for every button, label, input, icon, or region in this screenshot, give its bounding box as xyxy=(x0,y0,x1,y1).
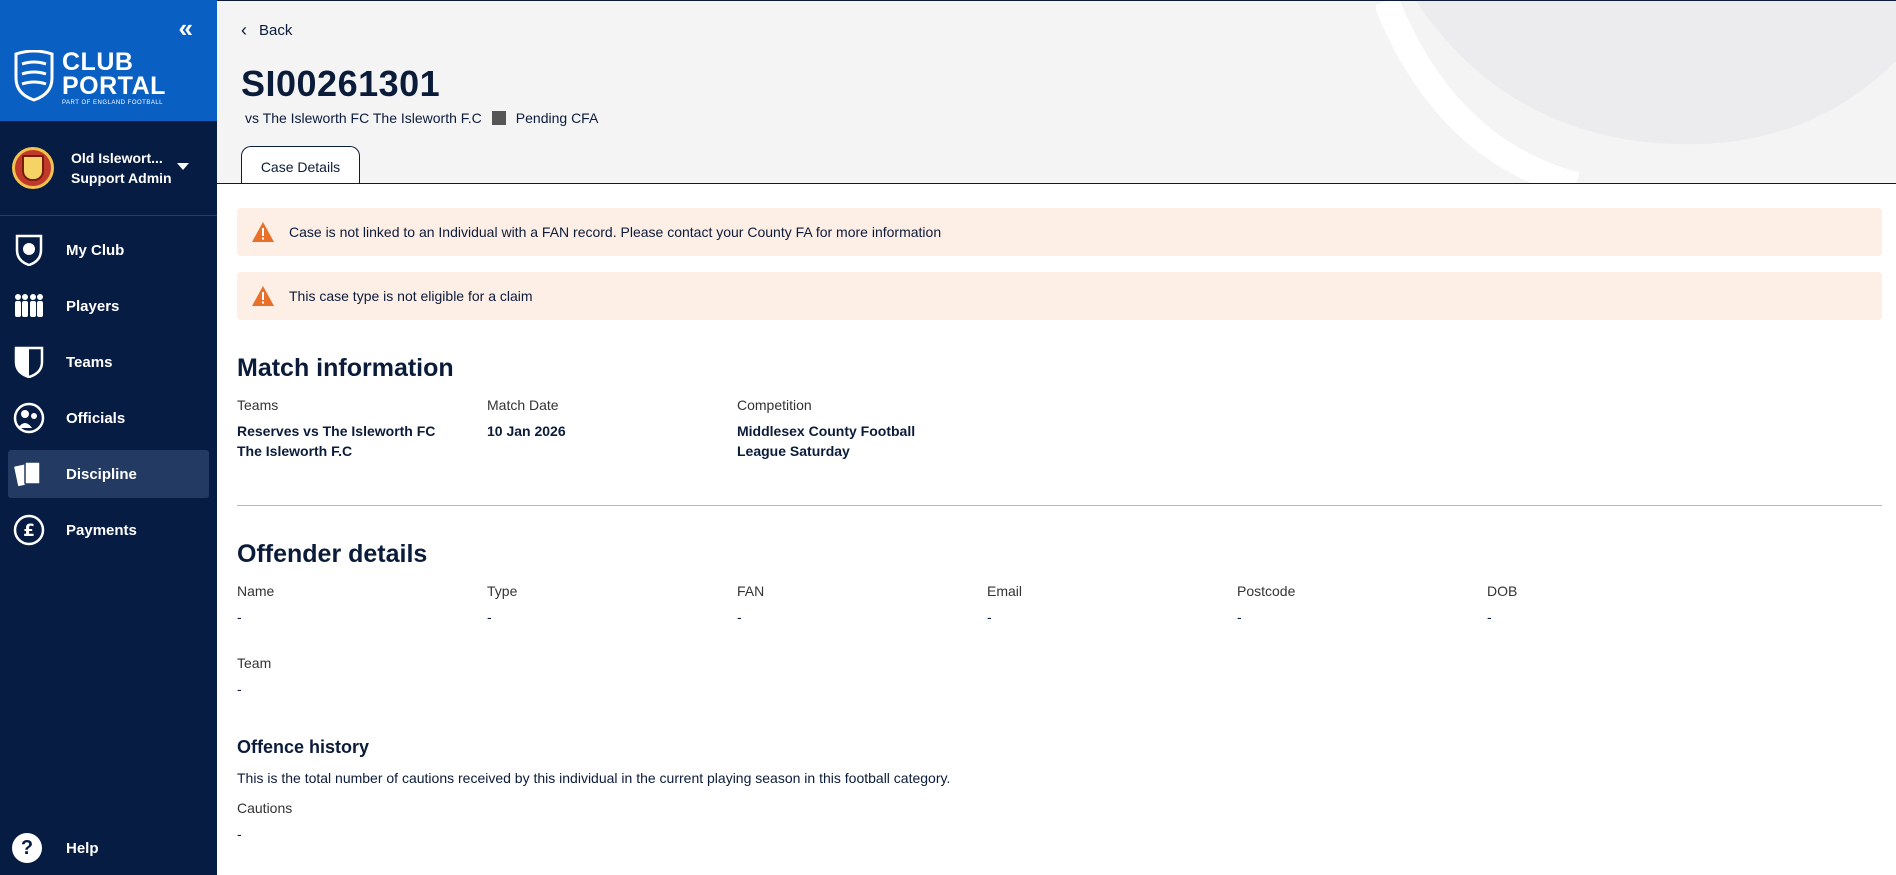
page-title: SI00261301 xyxy=(241,63,441,104)
field-value: - xyxy=(1237,609,1242,625)
account-role: Support Admin xyxy=(71,170,172,186)
alert-text: This case type is not eligible for a cla… xyxy=(289,288,533,304)
tab-case-details[interactable]: Case Details xyxy=(241,146,360,183)
field-value: - xyxy=(237,826,242,842)
offence-history-heading: Offence history xyxy=(237,737,370,757)
field-value: - xyxy=(487,609,492,625)
sidebar-item-payments[interactable]: £ Payments xyxy=(8,506,209,554)
sidebar-item-teams[interactable]: Teams xyxy=(8,338,209,386)
field-match-date: Match Date 10 Jan 2026 xyxy=(487,397,737,461)
field-value: Reserves vs The Isleworth FC The Islewor… xyxy=(237,423,436,459)
sidebar-item-players[interactable]: Players xyxy=(8,282,209,330)
field-label: Postcode xyxy=(1237,583,1296,599)
logo-tagline: PART OF ENGLAND FOOTBALL xyxy=(62,100,164,106)
fixture-text: vs The Isleworth FC The Isleworth F.C xyxy=(245,110,482,126)
chevron-down-icon[interactable] xyxy=(177,163,189,170)
status-badge: Pending CFA xyxy=(515,110,599,126)
help-label: Help xyxy=(66,839,99,857)
field-team: Team - xyxy=(237,655,487,699)
account-club-name: Old Islewort... xyxy=(71,150,163,166)
back-button[interactable]: ‹ Back xyxy=(241,20,292,41)
field-label: FAN xyxy=(737,583,765,599)
pound-icon: £ xyxy=(12,513,46,547)
help-icon: ? xyxy=(12,833,42,863)
field-teams: Teams Reserves vs The Isleworth FC The I… xyxy=(237,397,487,461)
warning-icon xyxy=(252,222,274,242)
field-dob: DOB - xyxy=(1487,583,1737,627)
field-cautions: Cautions - xyxy=(237,800,487,844)
svg-text:£: £ xyxy=(23,521,35,541)
cards-icon xyxy=(12,457,46,491)
warning-icon xyxy=(252,286,274,306)
collapse-sidebar-icon[interactable]: « xyxy=(179,15,193,41)
chevron-left-icon: ‹ xyxy=(241,20,247,40)
club-portal-logo[interactable]: CLUB PORTAL PART OF ENGLAND FOOTBALL xyxy=(12,50,166,106)
field-label: Email xyxy=(987,583,1023,599)
field-email: Email - xyxy=(987,583,1237,627)
field-postcode: Postcode - xyxy=(1237,583,1487,627)
field-label: Name xyxy=(237,583,275,599)
field-value: 10 Jan 2026 xyxy=(487,423,566,439)
alert-banner: This case type is not eligible for a cla… xyxy=(237,272,1882,320)
alert-text: Case is not linked to an Individual with… xyxy=(289,224,942,240)
sidebar-item-label: Payments xyxy=(66,521,137,539)
officials-icon xyxy=(12,401,46,435)
account-switcher[interactable]: Old Islewort... Support Admin xyxy=(0,121,217,216)
logo-line-2: PORTAL xyxy=(62,72,166,100)
club-shield-icon xyxy=(12,233,46,267)
field-name: Name - xyxy=(237,583,487,627)
match-information-heading: Match information xyxy=(237,354,454,382)
logo-line-1: CLUB xyxy=(62,48,134,76)
field-value: - xyxy=(237,681,242,697)
sidebar-item-label: My Club xyxy=(66,241,125,259)
field-fan: FAN - xyxy=(737,583,987,627)
offender-details-heading: Offender details xyxy=(237,540,428,568)
field-label: Cautions xyxy=(237,800,293,816)
field-label: Match Date xyxy=(487,397,559,413)
match-information: Teams Reserves vs The Isleworth FC The I… xyxy=(237,397,1882,461)
alert-banner: Case is not linked to an Individual with… xyxy=(237,208,1882,256)
field-competition: Competition Middlesex County Football Le… xyxy=(737,397,987,461)
status-square-icon xyxy=(491,111,506,125)
help-link[interactable]: ? Help xyxy=(12,833,99,863)
sidebar-item-label: Discipline xyxy=(66,465,137,483)
field-label: Competition xyxy=(737,397,812,413)
brand-header: « CLUB PORTAL PART OF ENGLAND FOOTBALL xyxy=(0,0,217,121)
case-details-panel: Case is not linked to an Individual with… xyxy=(217,184,1896,844)
sidebar-item-label: Teams xyxy=(66,353,113,371)
players-icon xyxy=(12,289,46,323)
case-subtitle: vs The Isleworth FC The Isleworth F.C Pe… xyxy=(245,110,598,126)
section-divider xyxy=(237,505,1882,506)
field-value: Middlesex County Football League Saturda… xyxy=(737,423,916,459)
field-label: DOB xyxy=(1487,583,1518,599)
background-crest-watermark xyxy=(1376,1,1896,183)
offender-details: Name - Type - FAN - Email - Postcode - D… xyxy=(237,583,1882,627)
field-type: Type - xyxy=(487,583,737,627)
field-value: - xyxy=(737,609,742,625)
sidebar-item-officials[interactable]: Officials xyxy=(8,394,209,442)
field-value: - xyxy=(1487,609,1492,625)
field-value: - xyxy=(987,609,992,625)
case-header: ‹ Back SI00261301 vs The Isleworth FC Th… xyxy=(217,0,1896,184)
sidebar-item-my-club[interactable]: My Club xyxy=(8,226,209,274)
teams-icon xyxy=(12,345,46,379)
back-label: Back xyxy=(259,22,293,39)
sidebar: « CLUB PORTAL PART OF ENGLAND FOOTBALL O… xyxy=(0,0,217,875)
field-label: Team xyxy=(237,655,272,671)
field-value: - xyxy=(237,609,242,625)
field-label: Type xyxy=(487,583,518,599)
offence-history-description: This is the total number of cautions rec… xyxy=(237,770,951,786)
main-content: ‹ Back SI00261301 vs The Isleworth FC Th… xyxy=(217,0,1896,875)
field-label: Teams xyxy=(237,397,279,413)
sidebar-nav: My Club Players Teams Officials Discipli… xyxy=(0,226,217,554)
sidebar-item-label: Officials xyxy=(66,409,126,427)
sidebar-item-discipline[interactable]: Discipline xyxy=(8,450,209,498)
club-avatar xyxy=(12,147,54,189)
three-lions-crest-icon xyxy=(14,50,54,102)
sidebar-item-label: Players xyxy=(66,297,120,315)
